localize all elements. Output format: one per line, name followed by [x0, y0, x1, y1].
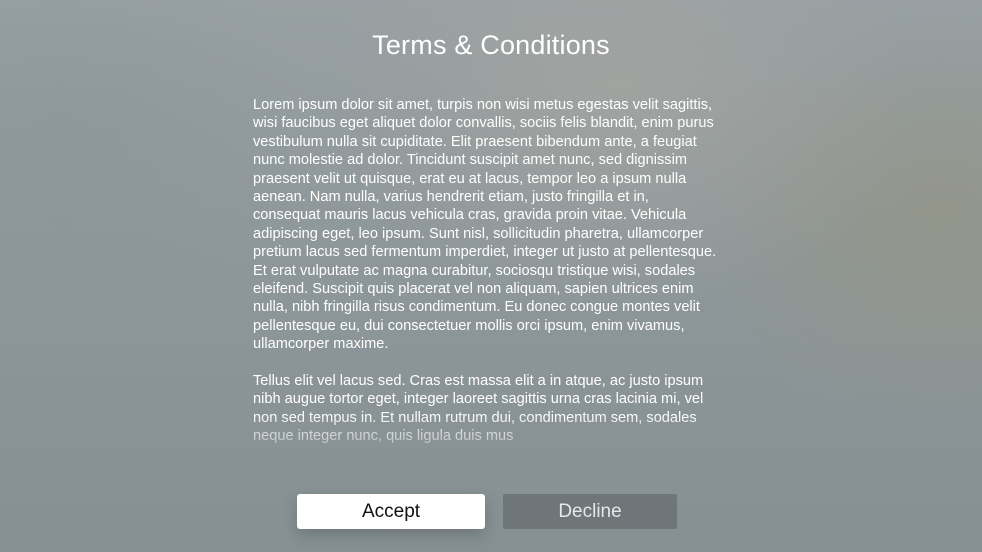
terms-screen: Terms & Conditions Lorem ipsum dolor sit… — [0, 0, 982, 552]
decline-button[interactable]: Decline — [503, 494, 677, 529]
page-title: Terms & Conditions — [372, 30, 610, 60]
terms-text-scroll-area[interactable]: Lorem ipsum dolor sit amet, turpis non w… — [253, 96, 719, 462]
terms-paragraph: Lorem ipsum dolor sit amet, turpis non w… — [253, 97, 717, 353]
terms-paragraph: Tellus elit vel lacus sed. Cras est mass… — [253, 372, 704, 444]
accept-button[interactable]: Accept — [297, 494, 485, 529]
